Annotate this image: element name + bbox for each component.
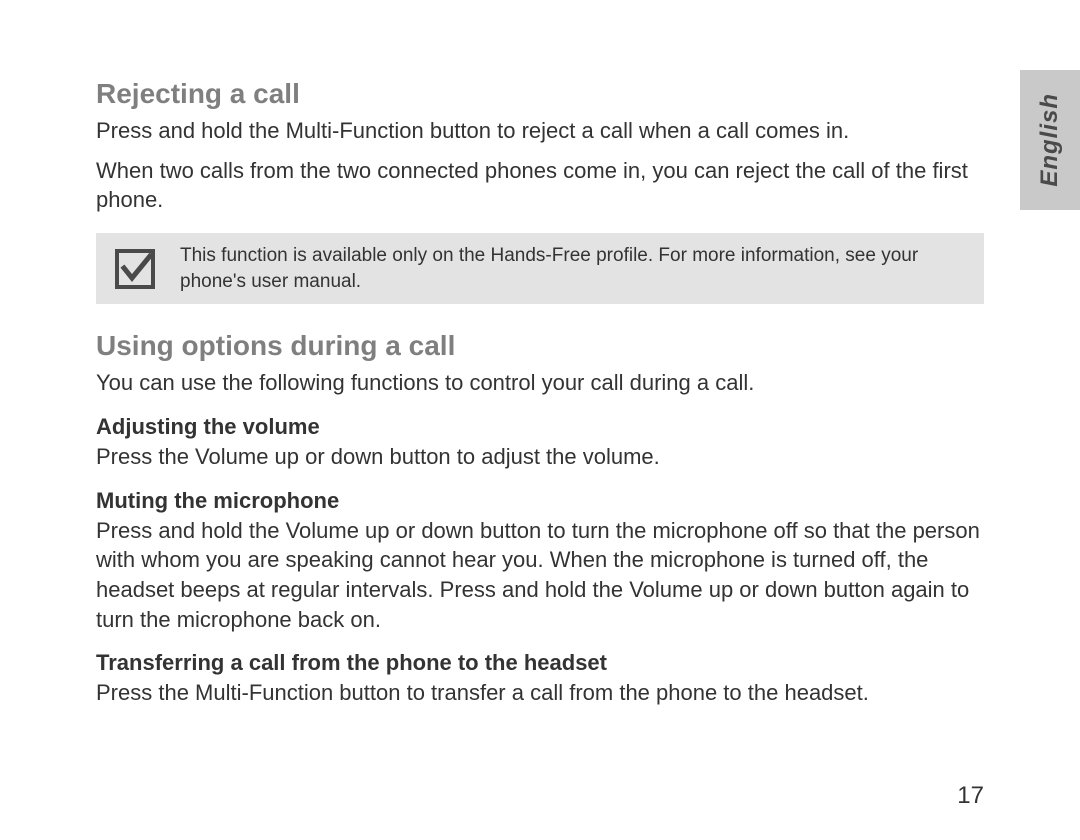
subheading-muting-mic: Muting the microphone — [96, 488, 984, 514]
manual-page: English Rejecting a call Press and hold … — [0, 0, 1080, 840]
language-tab-label: English — [1036, 93, 1064, 187]
subheading-transferring-call: Transferring a call from the phone to th… — [96, 650, 984, 676]
language-tab: English — [1020, 70, 1080, 210]
heading-rejecting-call: Rejecting a call — [96, 78, 984, 110]
page-number: 17 — [957, 782, 984, 810]
note-text: This function is available only on the H… — [180, 243, 966, 294]
heading-using-options: Using options during a call — [96, 330, 984, 362]
subheading-adjusting-volume: Adjusting the volume — [96, 414, 984, 440]
paragraph: Press the Multi-Function button to trans… — [96, 678, 984, 708]
paragraph: Press and hold the Volume up or down but… — [96, 516, 984, 635]
note-box: This function is available only on the H… — [96, 233, 984, 304]
paragraph: You can use the following functions to c… — [96, 368, 984, 398]
paragraph: Press the Volume up or down button to ad… — [96, 442, 984, 472]
checkbox-checked-icon — [114, 248, 156, 290]
paragraph: When two calls from the two connected ph… — [96, 156, 984, 215]
paragraph: Press and hold the Multi-Function button… — [96, 116, 984, 146]
